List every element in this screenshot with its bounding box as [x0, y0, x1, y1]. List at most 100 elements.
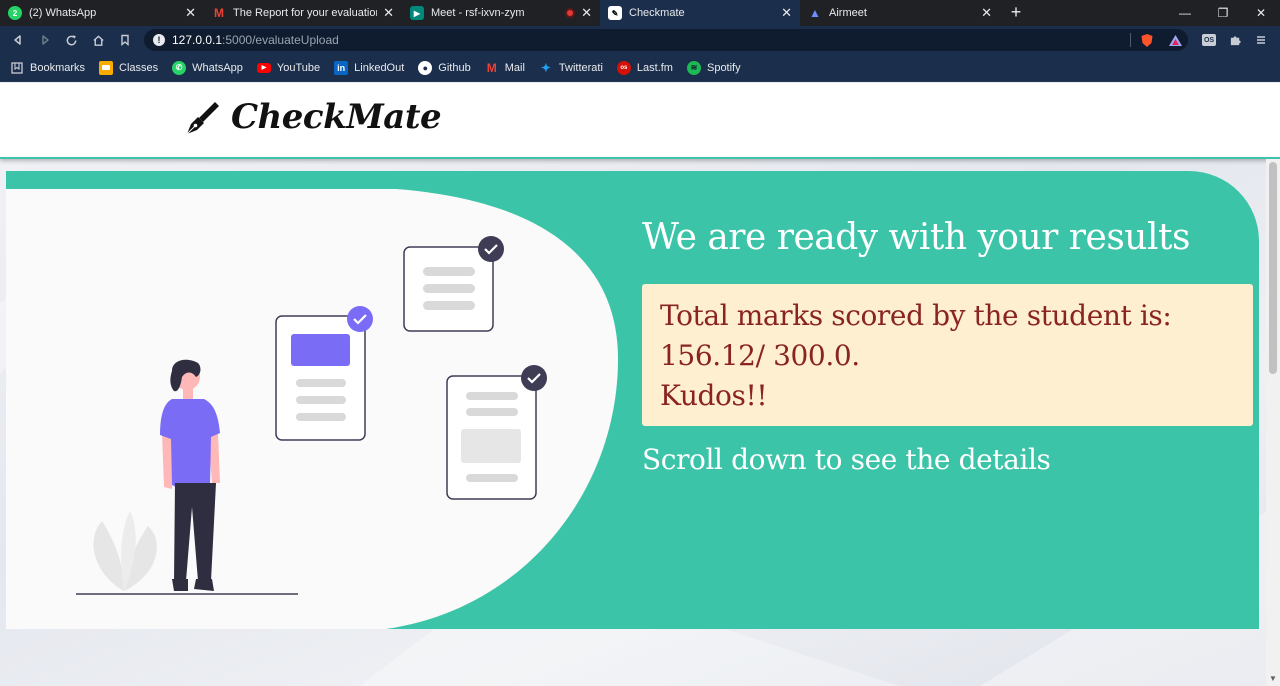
maximize-button[interactable]: ❐ [1204, 0, 1242, 26]
brave-shields-button[interactable] [1138, 31, 1156, 49]
bookmark-label: Last.fm [636, 61, 673, 74]
page-scrollbar[interactable]: ▼ [1266, 159, 1280, 686]
extension-button[interactable]: OS [1200, 31, 1218, 49]
results-heading: We are ready with your results [642, 217, 1190, 258]
youtube-icon: ▶ [256, 62, 271, 73]
scroll-hint: Scroll down to see the details [642, 443, 1051, 476]
tab-title: Meet - rsf-ixvn-zym [431, 7, 525, 19]
reload-button[interactable] [62, 31, 80, 49]
bookmark-whatsapp[interactable]: ✆ WhatsApp [172, 60, 243, 75]
bookmark-spotify[interactable]: ≋ Spotify [686, 60, 741, 75]
bookmark-youtube[interactable]: ▶ YouTube [256, 61, 321, 74]
home-button[interactable] [89, 31, 107, 49]
bookmark-label: Bookmarks [30, 61, 86, 74]
bookmark-github[interactable]: ● Github [418, 60, 471, 75]
bookmark-lastfm[interactable]: os Last.fm [616, 60, 673, 75]
document-card-icon [403, 236, 504, 332]
linkedin-icon: in [334, 60, 349, 75]
tab-meet[interactable]: ▶ Meet - rsf-ixvn-zym ✕ [402, 0, 600, 26]
whatsapp-icon: ✆ [172, 60, 187, 75]
bookmark-bookmarks[interactable]: Bookmarks [10, 61, 85, 75]
window-close-button[interactable]: ✕ [1242, 0, 1280, 26]
address-bar[interactable]: ! 127.0.0.1:5000/evaluateUpload [144, 29, 1188, 51]
tab-airmeet[interactable]: ▲ Airmeet ✕ [800, 0, 1000, 26]
forward-button[interactable] [36, 31, 54, 49]
page-viewport: CheckMate We are ready with your results… [0, 83, 1280, 686]
tab-gmail[interactable]: M The Report for your evaluation is h ✕ [204, 0, 402, 26]
extension-icon: OS [1202, 34, 1216, 46]
github-icon: ● [418, 60, 433, 75]
hamburger-icon [1257, 36, 1265, 44]
score-message: Kudos!! [660, 379, 768, 412]
plant-icon [93, 511, 157, 591]
url-host: 127.0.0.1 [172, 33, 223, 47]
menu-button[interactable] [1252, 31, 1270, 49]
brave-shield-icon [1141, 33, 1153, 47]
document-card-icon [275, 306, 373, 441]
score-value: 156.12/ 300.0. [660, 339, 860, 372]
bookmark-label: Github [438, 61, 471, 74]
results-hero: We are ready with your results Total mar… [6, 171, 1259, 629]
bookmark-label: YouTube [276, 61, 321, 74]
bookmark-twitterati[interactable]: ✦ Twitterati [539, 61, 603, 75]
back-button[interactable] [9, 31, 27, 49]
close-icon[interactable]: ✕ [781, 5, 792, 21]
close-icon[interactable]: ✕ [981, 5, 992, 21]
info-icon[interactable]: ! [153, 34, 165, 46]
meet-icon: ▶ [410, 6, 424, 20]
minimize-button[interactable]: — [1166, 0, 1204, 26]
bookmark-label: Classes [119, 61, 159, 74]
score-alert: Total marks scored by the student is: 15… [642, 284, 1253, 426]
divider [1130, 33, 1131, 47]
gmail-icon: M [214, 6, 224, 20]
lastfm-icon: os [616, 60, 631, 75]
forward-icon [42, 35, 49, 45]
bookmark-linkedout[interactable]: in LinkedOut [334, 60, 405, 75]
tab-checkmate[interactable]: ✎ Checkmate ✕ [600, 0, 800, 26]
browser-toolbar: ! 127.0.0.1:5000/evaluateUpload OS [0, 26, 1280, 54]
scroll-down-arrow-icon[interactable]: ▼ [1268, 674, 1278, 684]
scrollbar-thumb[interactable] [1269, 162, 1277, 374]
tab-whatsapp[interactable]: 2 (2) WhatsApp ✕ [0, 0, 204, 26]
close-icon[interactable]: ✕ [383, 5, 394, 21]
browser-tab-strip: 2 (2) WhatsApp ✕ M The Report for your e… [0, 0, 1280, 26]
brand-link[interactable]: CheckMate [185, 97, 442, 137]
brave-rewards-icon [1168, 34, 1182, 46]
bookmark-label: Twitterati [558, 61, 603, 74]
fountain-pen-icon [186, 102, 219, 135]
close-icon[interactable]: ✕ [185, 5, 196, 21]
tab-title: (2) WhatsApp [29, 7, 97, 19]
tab-title: Checkmate [629, 7, 685, 19]
bookmark-label: Mail [504, 61, 525, 74]
bookmark-mail[interactable]: M Mail [485, 61, 525, 75]
extensions-menu-button[interactable] [1226, 31, 1244, 49]
spotify-icon: ≋ [686, 60, 701, 75]
back-icon [14, 35, 21, 45]
tab-title: The Report for your evaluation is h [233, 7, 378, 19]
url-path: :5000/evaluateUpload [222, 33, 339, 47]
recording-icon [565, 8, 576, 18]
bookmark-label: LinkedOut [354, 61, 405, 74]
person-icon [160, 359, 220, 591]
bookmark-classes[interactable]: Classes [99, 60, 159, 75]
score-label: Total marks scored by the student is: [660, 299, 1172, 332]
bookmark-icon [121, 34, 129, 46]
twitter-icon: ✦ [540, 60, 551, 75]
close-icon[interactable]: ✕ [581, 5, 592, 21]
bookmarks-icon [11, 61, 23, 74]
whatsapp-icon: 2 [8, 6, 22, 20]
new-tab-button[interactable]: + [1006, 2, 1026, 23]
airmeet-icon: ▲ [809, 6, 821, 20]
checkmate-icon: ✎ [608, 6, 622, 20]
home-icon [92, 34, 104, 46]
brand-name: CheckMate [231, 97, 442, 137]
site-navbar: CheckMate [0, 83, 1280, 159]
reload-icon [66, 34, 76, 45]
bookmarks-bar: Bookmarks Classes ✆ WhatsApp ▶ YouTube i… [0, 54, 1280, 82]
person-with-documents-illustration [76, 236, 547, 595]
gmail-icon: M [486, 60, 497, 75]
puzzle-icon [1230, 35, 1241, 45]
brave-rewards-button[interactable] [1166, 31, 1184, 49]
bookmark-page-button[interactable] [116, 31, 134, 49]
tab-title: Airmeet [829, 7, 867, 19]
